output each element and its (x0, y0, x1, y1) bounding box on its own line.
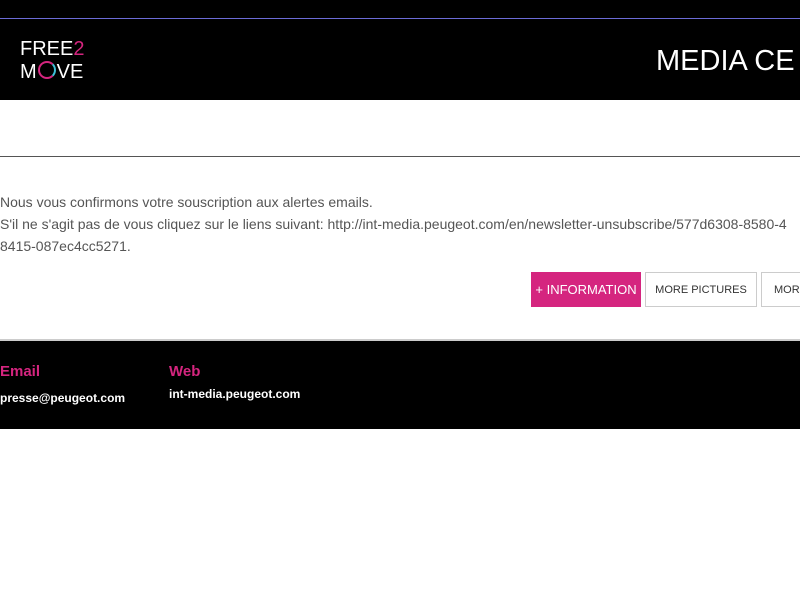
footer-email-column: Email presse@peugeot.com (0, 363, 125, 406)
footer-email-link[interactable]: presse@peugeot.com (0, 390, 125, 406)
content-divider (0, 156, 800, 157)
confirmation-message: Nous vous confirmons votre souscription … (0, 191, 800, 257)
site-footer: Email presse@peugeot.com Web int-media.p… (0, 341, 800, 429)
message-line-2[interactable]: S'il ne s'agit pas de vous cliquez sur l… (0, 213, 800, 235)
logo-line-top: FREE2 (20, 39, 84, 59)
top-bar (0, 0, 800, 19)
free2move-logo[interactable]: FREE2 M VE (20, 39, 90, 83)
logo-text-free: FREE (20, 38, 74, 60)
logo-text-m: M (20, 61, 37, 83)
logo-text-2: 2 (73, 38, 85, 60)
page-title: MEDIA CE (656, 45, 795, 77)
logo-text-ve: VE (56, 61, 84, 83)
information-button[interactable]: + INFORMATION (531, 272, 641, 307)
logo-line-bottom: M VE (20, 61, 83, 82)
site-header: FREE2 M VE MEDIA CE (0, 19, 800, 100)
more-pictures-button[interactable]: MORE PICTURES (645, 272, 757, 307)
footer-web-column: Web int-media.peugeot.com (169, 363, 300, 402)
footer-email-label: Email (0, 363, 41, 380)
footer-web-label: Web (169, 363, 201, 380)
logo-ring-icon (37, 61, 56, 79)
message-line-3[interactable]: 8415-087ec4cc5271. (0, 235, 800, 257)
more-button[interactable]: MORE (761, 272, 800, 307)
footer-web-link[interactable]: int-media.peugeot.com (169, 386, 300, 402)
message-line-1: Nous vous confirmons votre souscription … (0, 194, 373, 210)
